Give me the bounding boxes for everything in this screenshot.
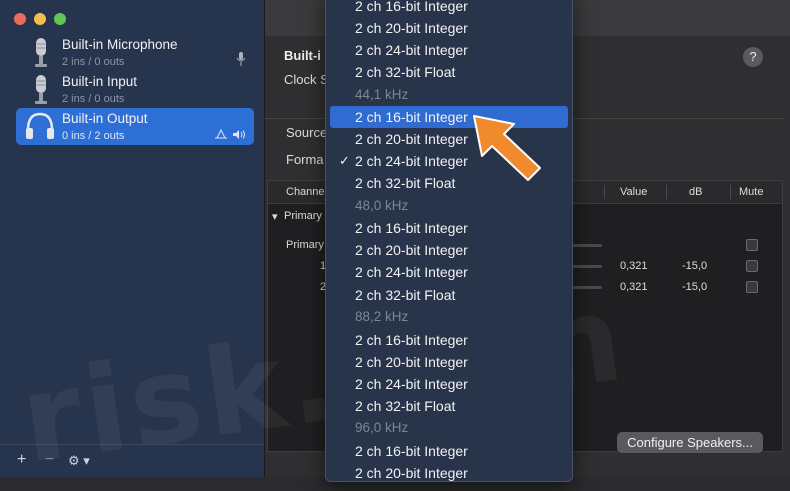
alert-sound-icon bbox=[215, 129, 227, 139]
table-row-db: -15,0 bbox=[682, 281, 708, 293]
configure-speakers-button[interactable]: Configure Speakers... bbox=[617, 432, 763, 453]
column-header-channel[interactable]: Channe bbox=[286, 186, 325, 198]
sample-rate-header: 44,1 kHz bbox=[355, 87, 409, 102]
format-option[interactable]: 2 ch 24-bit Integer bbox=[330, 261, 568, 283]
format-option[interactable]: 2 ch 16-bit Integer bbox=[330, 329, 568, 351]
device-io-count: 0 ins / 2 outs bbox=[62, 130, 125, 142]
table-row-label: Primary bbox=[286, 239, 324, 251]
remove-device-button[interactable]: − bbox=[45, 451, 54, 469]
gear-icon[interactable]: ⚙︎ ▾ bbox=[68, 453, 90, 469]
source-label: Source bbox=[286, 125, 328, 140]
sample-rate-header: 96,0 kHz bbox=[355, 420, 409, 435]
speaker-icon bbox=[233, 130, 245, 139]
column-header-value[interactable]: Value bbox=[620, 186, 647, 198]
pointer-arrow-icon bbox=[473, 115, 541, 181]
format-option[interactable]: 2 ch 20-bit Integer bbox=[330, 239, 568, 261]
format-option[interactable]: 2 ch 16-bit Integer bbox=[330, 0, 568, 17]
mute-checkbox[interactable] bbox=[746, 239, 758, 251]
table-row-value: 0,321 bbox=[620, 281, 648, 293]
sidebar-footer: + − ⚙︎ ▾ bbox=[0, 444, 264, 477]
mute-checkbox[interactable] bbox=[746, 281, 758, 293]
format-option[interactable]: 2 ch 16-bit Integer bbox=[330, 440, 568, 462]
format-option[interactable]: 2 ch 32-bit Float bbox=[330, 395, 568, 417]
microphone-icon bbox=[35, 38, 47, 67]
add-device-button[interactable]: + bbox=[17, 451, 26, 469]
device-name: Built-in Input bbox=[62, 74, 138, 89]
device-title: Built-i bbox=[284, 48, 321, 63]
device-item-built-in-input[interactable]: Built-in Input 2 ins / 0 outs bbox=[16, 71, 254, 108]
format-label: Forma bbox=[286, 152, 324, 167]
format-option[interactable]: 2 ch 20-bit Integer bbox=[330, 351, 568, 373]
format-option[interactable]: 2 ch 20-bit Integer bbox=[330, 462, 568, 481]
device-item-built-in-microphone[interactable]: Built-in Microphone 2 ins / 0 outs bbox=[16, 34, 254, 71]
format-option[interactable]: 2 ch 16-bit Integer bbox=[330, 217, 568, 239]
group-label: Primary bbox=[284, 210, 322, 222]
device-io-count: 2 ins / 0 outs bbox=[62, 93, 125, 105]
table-row-value: 0,321 bbox=[620, 260, 648, 272]
device-io-count: 2 ins / 0 outs bbox=[62, 56, 125, 68]
format-option[interactable]: 2 ch 24-bit Integer bbox=[330, 373, 568, 395]
device-name: Built-in Microphone bbox=[62, 37, 178, 52]
format-option[interactable]: 2 ch 32-bit Float bbox=[330, 61, 568, 83]
sample-rate-header: 88,2 kHz bbox=[355, 309, 409, 324]
format-dropdown-menu: 2 ch 16-bit Integer 2 ch 20-bit Integer … bbox=[325, 0, 573, 482]
clock-source-label: Clock S bbox=[284, 72, 329, 87]
column-header-db[interactable]: dB bbox=[689, 186, 702, 198]
zoom-window-button[interactable] bbox=[54, 13, 66, 25]
microphone-icon bbox=[35, 75, 47, 104]
format-option[interactable]: 2 ch 20-bit Integer bbox=[330, 17, 568, 39]
device-sidebar: Built-in Microphone 2 ins / 0 outs Built… bbox=[0, 0, 265, 477]
column-header-mute[interactable]: Mute bbox=[739, 186, 763, 198]
help-button[interactable]: ? bbox=[743, 47, 763, 67]
sample-rate-header: 48,0 kHz bbox=[355, 198, 409, 213]
headphones-icon bbox=[26, 112, 54, 139]
format-option[interactable]: 2 ch 32-bit Float bbox=[330, 284, 568, 306]
device-name: Built-in Output bbox=[62, 111, 148, 126]
mute-checkbox[interactable] bbox=[746, 260, 758, 272]
checkmark-icon: ✓ bbox=[339, 153, 350, 168]
format-option[interactable]: 2 ch 24-bit Integer bbox=[330, 39, 568, 61]
input-mic-icon bbox=[236, 52, 246, 66]
device-item-built-in-output[interactable]: Built-in Output 0 ins / 2 outs bbox=[16, 108, 254, 145]
minimize-window-button[interactable] bbox=[34, 13, 46, 25]
window-controls bbox=[14, 13, 66, 25]
group-disclosure-icon[interactable]: ▾ bbox=[272, 210, 278, 223]
table-row-db: -15,0 bbox=[682, 260, 708, 272]
close-window-button[interactable] bbox=[14, 13, 26, 25]
